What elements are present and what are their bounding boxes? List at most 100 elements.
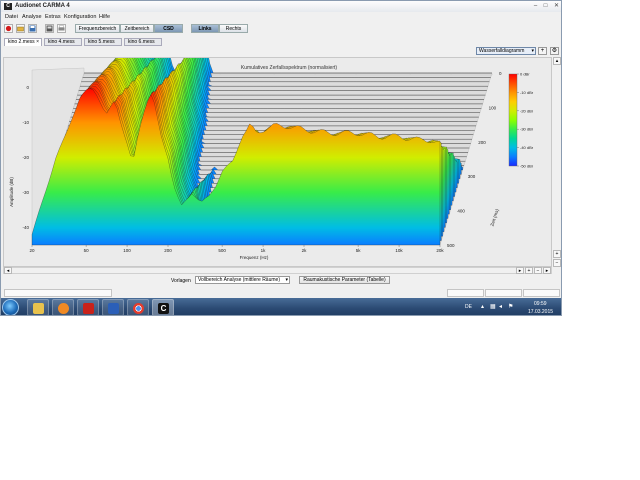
tab-kino-5[interactable]: kino 5.mess: [84, 38, 122, 46]
view-frequenzbereich-button[interactable]: Frequenzbereich: [75, 24, 120, 33]
menu-extras[interactable]: Extras: [45, 14, 61, 20]
menu-hilfe[interactable]: Hilfe: [99, 14, 110, 20]
channel-links-button[interactable]: Links: [191, 24, 219, 33]
z-tick-label: 300: [468, 174, 476, 179]
colorbar-tick-label: -20 dBr: [520, 108, 534, 113]
menu-konfiguration[interactable]: Konfiguration: [64, 14, 96, 20]
tab-label: kino 2.mess: [8, 39, 35, 45]
preset-select[interactable]: Vollbereich Analyse (mittlere Räume) ▾: [195, 276, 290, 284]
colorbar-tick-label: -50 dBr: [520, 164, 534, 169]
zoom-icon[interactable]: +: [538, 47, 547, 55]
zoom-out-horizontal-icon[interactable]: −: [534, 267, 542, 274]
y-tick-label: 0: [26, 85, 29, 90]
minimize-icon[interactable]: –: [531, 2, 540, 10]
language-indicator[interactable]: DE: [465, 304, 472, 310]
menu-bar: Datei Analyse Extras Konfiguration Hilfe: [1, 12, 561, 21]
measurement-tabs: kino 2.mess × kino 4.mess kino 5.mess ki…: [1, 37, 561, 46]
horizontal-scrollbar[interactable]: ◂ ▸ + − ▸: [3, 267, 552, 274]
clock-time[interactable]: 09:59: [534, 301, 547, 307]
y-tick-label: -40: [22, 225, 29, 230]
zoom-out-vertical-icon[interactable]: −: [553, 259, 561, 267]
x-tick-label: 200: [164, 248, 172, 253]
toolbar: Frequenzbereich Zeitbereich CSD Links Re…: [1, 21, 561, 36]
y-tick-label: -30: [22, 190, 29, 195]
maximize-icon[interactable]: □: [541, 2, 550, 10]
y-axis-label: Amplitude (dB): [9, 177, 14, 207]
acrobat-taskbar-icon[interactable]: [77, 299, 99, 315]
tab-kino-2[interactable]: kino 2.mess ×: [4, 38, 42, 46]
scroll-right-icon[interactable]: ▸: [516, 267, 524, 274]
chart-title: Kumulatives Zerfallsspektrum (normalisie…: [241, 65, 337, 71]
x-tick-label: 100: [123, 248, 131, 253]
settings-gear-icon[interactable]: ⚙: [550, 47, 559, 55]
view-zeitbereich-button[interactable]: Zeitbereich: [120, 24, 154, 33]
x-tick-label: 20: [29, 248, 35, 253]
vertical-zoom-controls: ▴ + −: [553, 57, 561, 267]
tab-label: kino 5.mess: [88, 39, 115, 45]
record-icon[interactable]: [4, 24, 13, 33]
start-button[interactable]: [2, 299, 19, 315]
tab-close-icon[interactable]: ×: [36, 39, 39, 46]
x-tick-label: 500: [218, 248, 226, 253]
tab-kino-4[interactable]: kino 4.mess: [44, 38, 82, 46]
view-csd-button[interactable]: CSD: [154, 24, 183, 33]
colorbar: [508, 73, 518, 167]
chrome-taskbar-icon[interactable]: [127, 299, 149, 315]
window-title: Audionet CARMA 4: [15, 3, 70, 9]
z-tick-label: 500: [447, 243, 455, 248]
chart-type-value: Wasserfalldiagramm: [479, 48, 525, 54]
channel-rechts-button[interactable]: Rechts: [219, 24, 248, 33]
status-field-3: [523, 289, 560, 297]
room-parameters-button[interactable]: Raumakustische Parameter (Tabelle): [299, 276, 390, 284]
zoom-in-horizontal-icon[interactable]: +: [525, 267, 533, 274]
chart-type-select[interactable]: Wasserfalldiagramm ▾: [476, 47, 536, 55]
tray-up-arrow-icon[interactable]: ▴: [481, 303, 484, 310]
clock-date[interactable]: 17.03.2015: [528, 309, 553, 315]
title-bar: C Audionet CARMA 4 – □ ✕: [1, 1, 561, 12]
csd-chart-panel: Kumulatives Zerfallsspektrum (normalisie…: [3, 32, 552, 267]
z-tick-label: 100: [489, 105, 497, 110]
flag-icon[interactable]: ⚑: [508, 303, 513, 310]
zoom-in-vertical-icon[interactable]: +: [553, 250, 561, 258]
tab-kino-6[interactable]: kino 6.mess: [124, 38, 162, 46]
status-field-main: [4, 289, 112, 297]
media-player-taskbar-icon[interactable]: [52, 299, 74, 315]
z-tick-label: 400: [457, 209, 465, 214]
app-window: C Audionet CARMA 4 – □ ✕ Datei Analyse E…: [0, 0, 562, 316]
network-icon[interactable]: ▦: [490, 303, 496, 310]
x-tick-label: 1k: [261, 248, 267, 253]
colorbar-tick-label: -40 dBr: [520, 145, 534, 150]
status-field-2: [485, 289, 522, 297]
tab-label: kino 6.mess: [128, 39, 155, 45]
open-folder-icon[interactable]: [16, 24, 25, 33]
x-tick-label: 50: [84, 248, 90, 253]
carma-taskbar-icon[interactable]: C: [152, 299, 174, 315]
status-bar: [1, 287, 561, 298]
x-tick-label: 20k: [436, 248, 444, 253]
y-tick-label: -10: [22, 120, 29, 125]
print-icon[interactable]: [57, 24, 66, 33]
fit-horizontal-icon[interactable]: ▸: [543, 267, 551, 274]
menu-datei[interactable]: Datei: [5, 14, 18, 20]
colorbar-tick-label: -10 dBr: [520, 90, 534, 95]
z-axis-label: Zeit (ms): [489, 208, 499, 227]
x-tick-label: 2k: [302, 248, 308, 253]
z-tick-label: 200: [478, 140, 486, 145]
explorer-taskbar-icon[interactable]: [27, 299, 49, 315]
carma-app-icon: C: [4, 3, 12, 10]
save-icon[interactable]: [28, 24, 37, 33]
preset-value: Vollbereich Analyse (mittlere Räume): [198, 277, 280, 283]
y-tick-label: -20: [22, 155, 29, 160]
word-taskbar-icon[interactable]: [102, 299, 124, 315]
scroll-left-icon[interactable]: ◂: [4, 267, 12, 274]
preset-bar: Vorlagen Vollbereich Analyse (mittlere R…: [1, 274, 561, 287]
preset-label: Vorlagen: [171, 278, 191, 284]
export-icon[interactable]: [45, 24, 54, 33]
close-icon[interactable]: ✕: [552, 2, 561, 10]
volume-icon[interactable]: ◂: [499, 303, 502, 310]
system-tray: DE ▴ ▦ ◂ ⚑ 09:59 17.03.2015: [459, 299, 561, 315]
x-axis-label: Frequenz (Hz): [240, 255, 269, 260]
chevron-down-icon: ▾: [531, 48, 534, 54]
scroll-up-icon[interactable]: ▴: [553, 57, 561, 65]
menu-analyse[interactable]: Analyse: [22, 14, 42, 20]
